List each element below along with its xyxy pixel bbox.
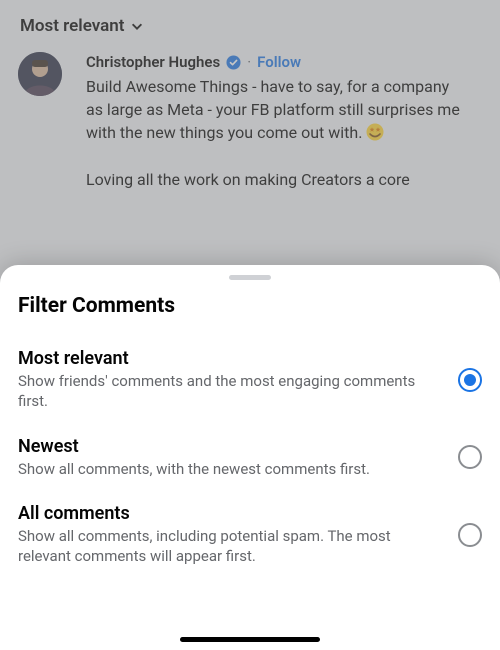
sheet-grabber[interactable] (229, 275, 271, 280)
option-title: Newest (18, 436, 444, 457)
option-text: All comments Show all comments, includin… (18, 503, 444, 567)
filter-option-most-relevant[interactable]: Most relevant Show friends' comments and… (18, 336, 482, 428)
option-title: Most relevant (18, 348, 444, 369)
radio-icon (458, 523, 482, 547)
viewport: Most relevant Christopher Hughes (0, 0, 500, 650)
home-indicator[interactable] (180, 637, 320, 642)
option-description: Show all comments, with the newest comme… (18, 459, 444, 479)
filter-option-all-comments[interactable]: All comments Show all comments, includin… (18, 495, 482, 583)
option-text: Most relevant Show friends' comments and… (18, 348, 444, 412)
sheet-title: Filter Comments (18, 294, 482, 318)
option-text: Newest Show all comments, with the newes… (18, 436, 444, 479)
option-description: Show friends' comments and the most enga… (18, 371, 444, 412)
radio-icon (458, 368, 482, 392)
filter-comments-sheet: Filter Comments Most relevant Show frien… (0, 265, 500, 650)
radio-icon (458, 445, 482, 469)
filter-option-newest[interactable]: Newest Show all comments, with the newes… (18, 428, 482, 495)
option-description: Show all comments, including potential s… (18, 526, 444, 567)
option-title: All comments (18, 503, 444, 524)
